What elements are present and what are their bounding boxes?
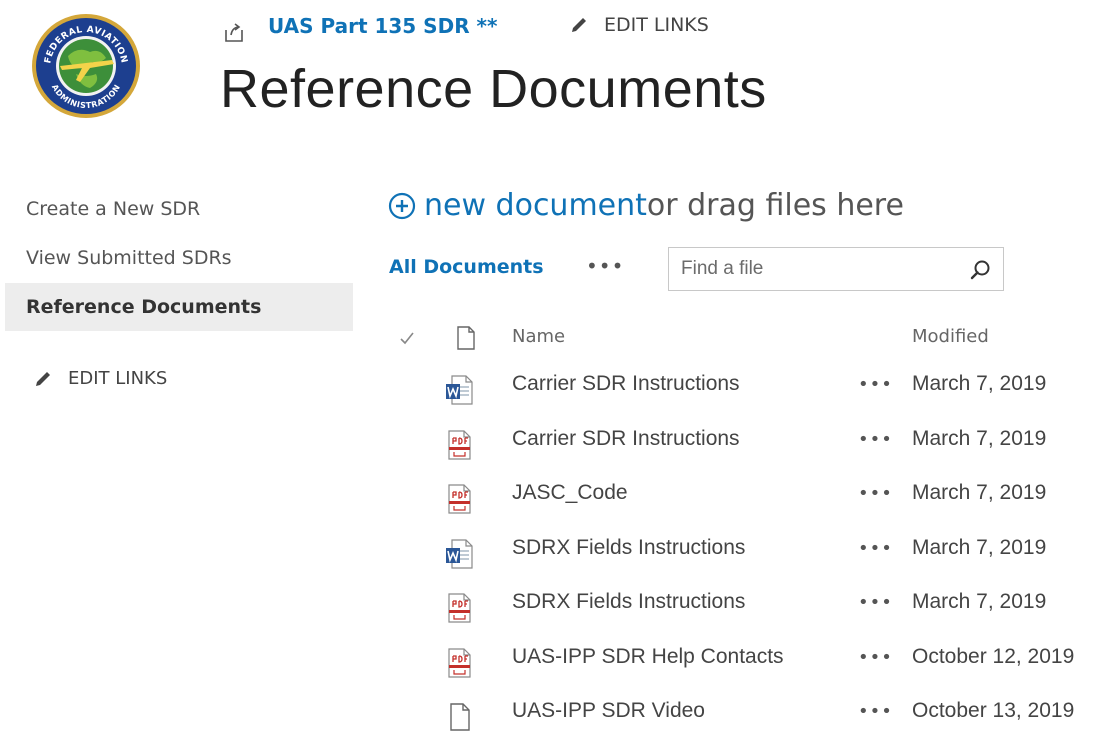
row-more-button[interactable]: ••• [858, 483, 893, 504]
new-document-link[interactable]: new document [424, 188, 647, 223]
share-icon[interactable] [222, 20, 246, 44]
new-document-bar: new document or drag files here [388, 188, 904, 223]
table-row[interactable]: JASC_Code ••• March 7, 2019 [440, 471, 1097, 525]
document-name-link[interactable]: JASC_Code [512, 481, 628, 505]
faa-logo[interactable]: FEDERAL AVIATION ADMINISTRATION [30, 12, 142, 120]
column-header-name[interactable]: Name [512, 326, 565, 347]
nav-item-create-sdr[interactable]: Create a New SDR [5, 186, 353, 232]
row-more-button[interactable]: ••• [858, 647, 893, 668]
drag-files-hint: or drag files here [646, 188, 904, 223]
modified-date: October 12, 2019 [912, 644, 1075, 668]
modified-date: October 13, 2019 [912, 699, 1075, 722]
pdf-icon [444, 429, 474, 461]
table-row[interactable]: UAS-IPP SDR Help Contacts ••• October 12, … [440, 635, 1097, 689]
search-input[interactable] [681, 254, 961, 284]
word-doc-icon [444, 374, 474, 406]
document-name-link[interactable]: Carrier SDR Instructions [512, 372, 740, 396]
view-all-documents[interactable]: All Documents [389, 256, 544, 278]
generic-file-icon [444, 701, 474, 731]
modified-date: March 7, 2019 [912, 372, 1047, 395]
modified-date: March 7, 2019 [912, 426, 1047, 450]
document-name-link[interactable]: SDRX Fields Instructions [512, 536, 745, 560]
table-row[interactable]: SDRX Fields Instructions ••• March 7, 2019 [440, 526, 1097, 580]
table-row[interactable]: Carrier SDR Instructions ••• March 7, 2019 [440, 362, 1097, 416]
pdf-icon [444, 592, 474, 624]
table-row[interactable]: UAS-IPP SDR Video ••• October 13, 2019 [440, 689, 1097, 731]
page-title: Reference Documents [220, 59, 767, 119]
row-more-button[interactable]: ••• [858, 538, 893, 559]
edit-links-top[interactable]: EDIT LINKS [570, 14, 709, 36]
document-name-link[interactable]: Carrier SDR Instructions [512, 427, 740, 451]
nav-item-view-submitted-sdrs[interactable]: View Submitted SDRs [5, 235, 353, 281]
table-row[interactable]: Carrier SDR Instructions ••• March 7, 2019 [440, 417, 1097, 471]
edit-links-label: EDIT LINKS [604, 14, 709, 36]
file-type-header-icon[interactable] [456, 325, 476, 351]
row-more-button[interactable]: ••• [858, 374, 893, 395]
modified-date: March 7, 2019 [912, 481, 1047, 504]
pencil-icon [572, 18, 586, 32]
word-doc-icon [444, 538, 474, 570]
row-more-button[interactable]: ••• [858, 592, 893, 613]
select-all-checkmark-icon[interactable] [398, 329, 416, 347]
search-icon[interactable] [969, 259, 991, 281]
modified-date: March 7, 2019 [912, 535, 1047, 559]
pdf-icon [444, 647, 474, 679]
column-header-modified[interactable]: Modified [912, 326, 989, 347]
document-name-link[interactable]: UAS-IPP SDR Help Contacts [512, 645, 784, 669]
nav-item-reference-documents[interactable]: Reference Documents [5, 283, 353, 331]
view-more-button[interactable]: ••• [586, 254, 624, 278]
document-name-link[interactable]: UAS-IPP SDR Video [512, 699, 705, 723]
row-more-button[interactable]: ••• [858, 429, 893, 450]
modified-date: March 7, 2019 [912, 590, 1047, 613]
document-name-link[interactable]: SDRX Fields Instructions [512, 590, 745, 614]
table-row[interactable]: SDRX Fields Instructions ••• March 7, 2019 [440, 580, 1097, 634]
edit-links-side[interactable]: EDIT LINKS [34, 368, 167, 389]
edit-links-label: EDIT LINKS [68, 368, 168, 389]
search-box [668, 247, 1004, 291]
pdf-icon [444, 483, 474, 515]
site-title-link[interactable]: UAS Part 135 SDR ** [268, 14, 497, 38]
pencil-icon [36, 371, 50, 386]
row-more-button[interactable]: ••• [858, 701, 893, 722]
plus-circle-icon[interactable] [388, 192, 416, 220]
